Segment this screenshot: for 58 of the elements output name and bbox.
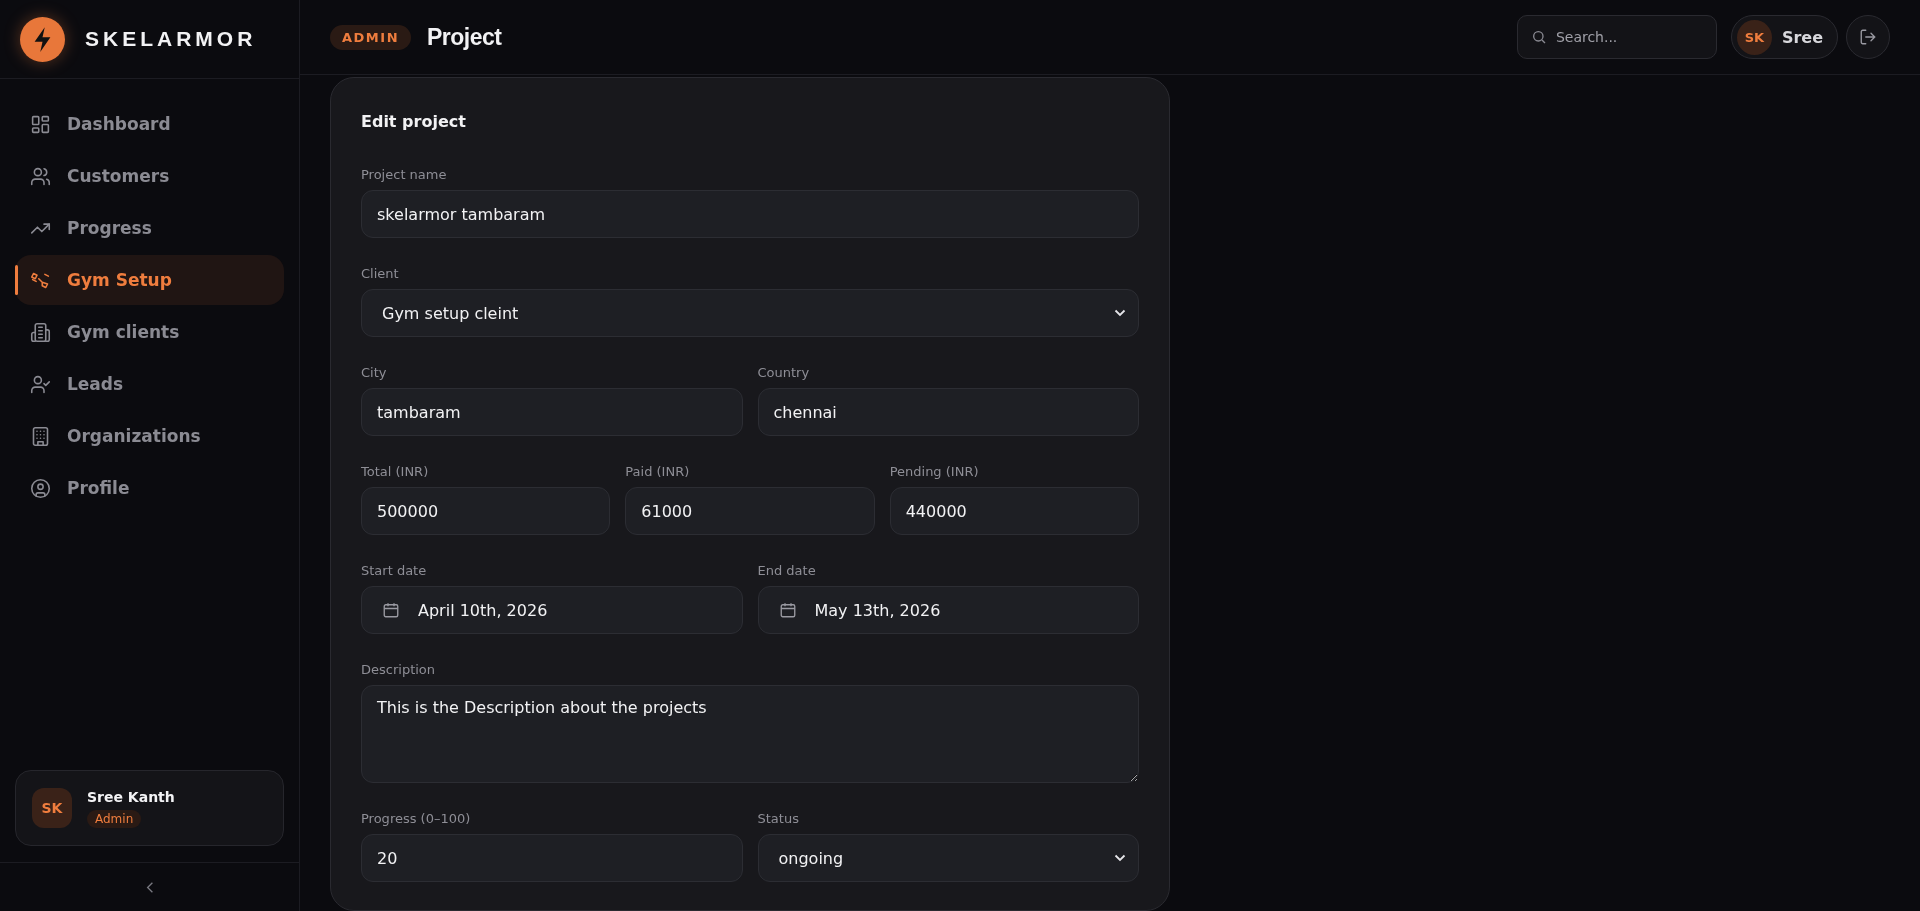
description-field[interactable]: This is the Description about the projects [361,685,1139,783]
user-menu-button[interactable]: SK Sree [1730,15,1838,59]
input-field[interactable]: skelarmor tambaram [361,190,1139,238]
input-field[interactable]: tambaram [361,388,743,436]
search-field[interactable]: Search... [1516,15,1717,59]
field-label: City [361,365,388,380]
sidebar-item[interactable]: Gym Setup [15,255,284,305]
role-badge: Admin [87,809,142,828]
lightning-logo-icon [20,16,65,62]
input-field[interactable]: 500000 [361,487,611,535]
calendar-icon [778,601,797,619]
collapse-chevron-icon[interactable] [145,880,154,894]
sidebar-item[interactable]: Gym clients [15,307,284,357]
avatar: SK [32,788,72,828]
page-title: Project [427,23,502,51]
select-field[interactable]: ongoing [757,834,1139,882]
user-check-icon [30,373,51,395]
date-picker-button[interactable]: May 13th, 2026 [757,586,1139,634]
input-field[interactable]: 20 [361,834,743,882]
field-label: Client [361,266,400,281]
field-label: Progress (0–100) [361,811,472,826]
user-name: Sree [1781,27,1823,47]
field-label: Paid (INR) [625,464,691,479]
user-name: Sree Kanth [87,788,175,805]
users-icon [30,165,51,187]
field-label: End date [757,563,817,578]
field-label: Project name [361,167,448,182]
input-field[interactable]: 440000 [889,487,1139,535]
field-label: Pending (INR) [889,464,980,479]
field-label: Status [757,811,800,826]
field-label: Description [361,662,437,677]
chevron-down-icon [1114,854,1126,862]
field-label: Total (INR) [361,464,430,479]
search-icon [1530,29,1547,45]
input-field[interactable]: chennai [757,388,1139,436]
sidebar-item[interactable]: Customers [15,151,284,201]
grid-icon [30,113,51,135]
calendar-icon [382,601,400,619]
form-title: Edit project [361,112,467,131]
sidebar-item[interactable]: Leads [15,359,284,409]
date-picker-button[interactable]: April 10th, 2026 [361,586,743,634]
sidebar-item[interactable]: Profile [15,463,284,513]
sidebar-item[interactable]: Progress [15,203,284,253]
admin-badge: ADMIN [330,24,411,50]
logout-icon [1859,28,1877,46]
office-building-icon [30,425,51,447]
user-circle-icon [30,477,51,499]
building-icon [30,321,51,343]
sidebar-item[interactable]: Organizations [15,411,284,461]
sidebar-item[interactable]: Dashboard [15,99,284,149]
input-field[interactable]: 61000 [625,487,875,535]
select-field[interactable]: Gym setup cleint [361,289,1139,337]
field-label: Start date [361,563,428,578]
avatar: SK [1736,19,1772,55]
logout-button[interactable] [1846,15,1890,59]
chevron-down-icon [1114,309,1126,317]
field-label: Country [757,365,811,380]
brand-name: SKELARMOR [85,27,257,51]
